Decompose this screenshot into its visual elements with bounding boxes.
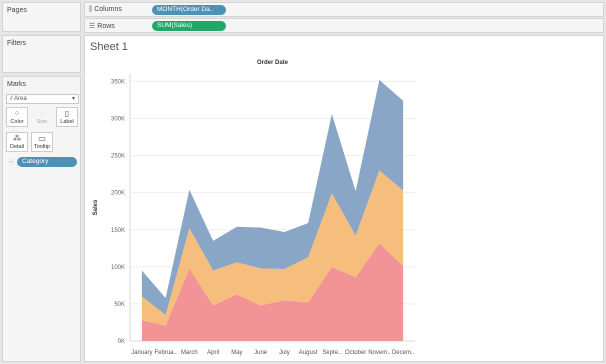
mark-type-value: Area bbox=[14, 96, 27, 102]
x-tick-label: July bbox=[279, 350, 290, 356]
worksheet: Sheet 1 Order Date 0K 50K 100K 150K 200K 250K 3… bbox=[84, 35, 604, 362]
x-tick-label: August bbox=[299, 350, 318, 356]
month-order-date-pill[interactable]: MONTH(Order Da.. bbox=[152, 5, 226, 15]
y-tick-label: 300K bbox=[111, 117, 125, 123]
x-tick-label: Novem.. bbox=[368, 350, 391, 356]
chart-title: Order Date bbox=[257, 60, 289, 66]
color-legend-icon: ⁘ bbox=[8, 159, 14, 166]
marks-title: Marks bbox=[7, 81, 27, 88]
sum-sales-pill[interactable]: SUM(Sales) bbox=[152, 21, 226, 31]
rows-shelf[interactable]: ☰ Rows SUM(Sales) bbox=[84, 18, 604, 33]
x-tick-label: Februa.. bbox=[154, 350, 177, 356]
detail-icon: ⁂ bbox=[13, 134, 21, 143]
tooltip-button-label: Tooltip bbox=[34, 144, 50, 150]
y-axis-label: Sales bbox=[93, 199, 99, 215]
tooltip-icon: ▭ bbox=[38, 134, 46, 143]
y-tick-label: 50K bbox=[114, 302, 125, 308]
detail-button-label: Detail bbox=[9, 144, 25, 150]
y-tick-label: 100K bbox=[111, 265, 125, 271]
x-tick-label: Decem.. bbox=[392, 350, 415, 356]
y-tick-label: 250K bbox=[111, 154, 125, 160]
y-tick-label: 200K bbox=[111, 191, 125, 197]
category-color-pill[interactable]: Category bbox=[17, 157, 77, 167]
x-tick-label: June bbox=[254, 350, 268, 356]
y-tick-label: 150K bbox=[111, 228, 125, 234]
columns-label-text: Columns bbox=[94, 6, 122, 13]
size-button[interactable]: ◌ Size bbox=[31, 107, 53, 127]
tooltip-button[interactable]: ▭ Tooltip bbox=[31, 132, 53, 152]
color-icon: ⁘ bbox=[13, 109, 21, 118]
pages-pane[interactable]: Pages bbox=[2, 2, 81, 32]
color-button-label: Color bbox=[10, 119, 24, 125]
x-tick-label: March bbox=[181, 350, 198, 356]
y-tick-label: 350K bbox=[111, 79, 125, 85]
size-icon: ◌ bbox=[39, 109, 45, 118]
x-tick-label: May bbox=[231, 350, 242, 356]
chevron-down-icon: ▾ bbox=[71, 96, 75, 102]
mark-type-dropdown[interactable]: ⫽ Area ▾ bbox=[6, 94, 79, 104]
columns-icon: ⫼ bbox=[89, 6, 93, 13]
label-button-label: Label bbox=[60, 119, 74, 125]
rows-shelf-label: ☰ Rows bbox=[89, 22, 115, 30]
size-button-label: Size bbox=[36, 119, 48, 125]
rows-label-text: Rows bbox=[97, 23, 115, 30]
filters-title: Filters bbox=[7, 40, 27, 47]
x-tick-label: January bbox=[131, 350, 152, 356]
filters-pane[interactable]: Filters bbox=[2, 35, 81, 73]
pages-title: Pages bbox=[7, 7, 27, 14]
marks-pane: Marks ⫽ Area ▾ ⁘ Color ◌ Size ▯ Label ⁂ … bbox=[2, 76, 81, 362]
x-tick-label: October bbox=[345, 350, 366, 356]
columns-shelf[interactable]: ⫼ Columns MONTH(Order Da.. bbox=[84, 2, 604, 17]
label-button[interactable]: ▯ Label bbox=[56, 107, 78, 127]
y-tick-label: 0K bbox=[118, 339, 125, 345]
detail-button[interactable]: ⁂ Detail bbox=[6, 132, 28, 152]
color-button[interactable]: ⁘ Color bbox=[6, 107, 28, 127]
area-chart[interactable]: Order Date 0K 50K 100K 150K 200K 250K 300K 350K S… bbox=[85, 36, 605, 363]
label-icon: ▯ bbox=[64, 109, 70, 118]
x-tick-label: April bbox=[207, 350, 219, 356]
rows-icon: ☰ bbox=[89, 23, 96, 30]
x-tick-label: Septe.. bbox=[322, 350, 341, 356]
columns-shelf-label: ⫼ Columns bbox=[89, 6, 122, 14]
